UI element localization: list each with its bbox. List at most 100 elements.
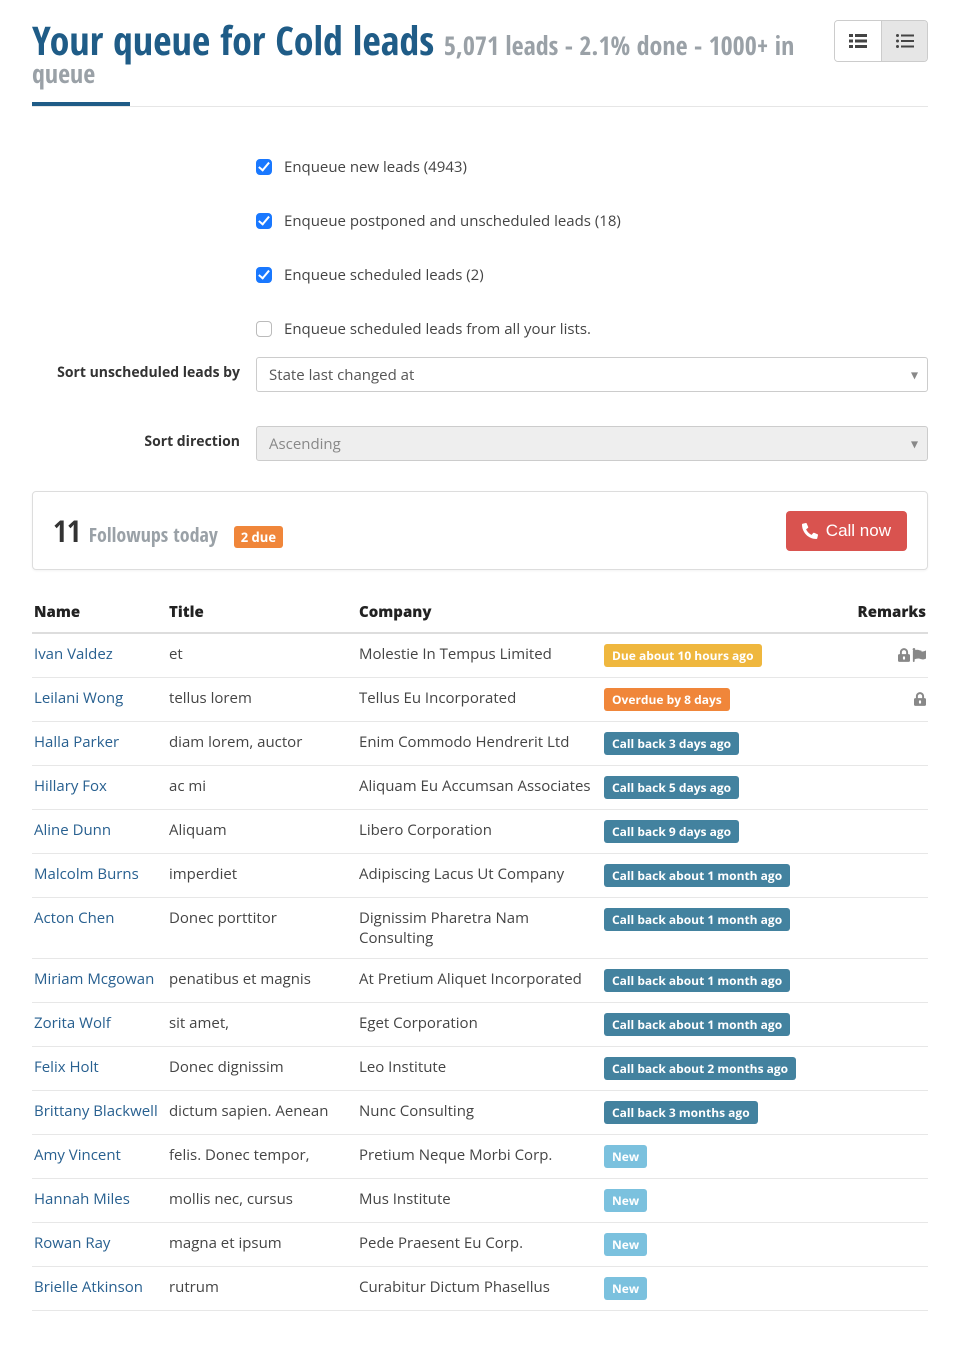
caret-down-icon: ▾ <box>911 434 918 453</box>
th-company: Company <box>357 592 602 633</box>
status-badge: Due about 10 hours ago <box>604 644 762 667</box>
lead-company: Leo Institute <box>357 1047 602 1091</box>
lead-name-link[interactable]: Brittany Blackwell <box>34 1101 158 1121</box>
lead-name-link[interactable]: Ivan Valdez <box>34 644 113 664</box>
enqueue-label-0: Enqueue new leads (4943) <box>284 157 467 177</box>
lead-company: Aliquam Eu Accumsan Associates <box>357 766 602 810</box>
enqueue-label-2: Enqueue scheduled leads (2) <box>284 265 484 285</box>
lead-company: Nunc Consulting <box>357 1091 602 1135</box>
lead-title: sit amet, <box>167 1003 357 1047</box>
lead-name-link[interactable]: Zorita Wolf <box>34 1013 111 1033</box>
enqueue-checkbox-0[interactable] <box>256 159 272 175</box>
lead-title: et <box>167 633 357 678</box>
lead-name-link[interactable]: Malcolm Burns <box>34 864 139 884</box>
table-row: Rowan Ray magna et ipsumPede Praesent Eu … <box>32 1223 928 1267</box>
lead-title: magna et ipsum <box>167 1223 357 1267</box>
lead-name-link[interactable]: Miriam Mcgowan <box>34 969 154 989</box>
status-badge: Call back about 1 month ago <box>604 969 790 992</box>
lead-title: imperdiet <box>167 854 357 898</box>
lead-name-link[interactable]: Halla Parker <box>34 732 119 752</box>
sort-by-label: Sort unscheduled leads by <box>32 357 256 389</box>
leads-table: Name Title Company Remarks Ivan Valdezet… <box>32 592 928 1311</box>
lead-title: Aliquam <box>167 810 357 854</box>
lead-name-link[interactable]: Aline Dunn <box>34 820 111 840</box>
lead-title: Donec porttitor <box>167 898 357 959</box>
status-badge: Overdue by 8 days <box>604 688 730 711</box>
lead-title: ac mi <box>167 766 357 810</box>
enqueue-label-3: Enqueue scheduled leads from all your li… <box>284 319 591 339</box>
lead-remarks <box>802 766 928 810</box>
lead-company: Adipiscing Lacus Ut Company <box>357 854 602 898</box>
lock-icon <box>898 648 910 662</box>
lead-title: diam lorem, auctor <box>167 722 357 766</box>
lead-company: Enim Commodo Hendrerit Ltd <box>357 722 602 766</box>
th-list-icon <box>849 34 867 48</box>
table-row: Brittany Blackwell dictum sapien. AeneanN… <box>32 1091 928 1135</box>
lock-icon <box>914 692 926 706</box>
lead-title: rutrum <box>167 1267 357 1311</box>
table-row: Brielle Atkinson rutrumCurabitur Dictum P… <box>32 1267 928 1311</box>
lead-company: Dignissim Pharetra Nam Consulting <box>357 898 602 959</box>
status-badge: Call back about 1 month ago <box>604 1013 790 1036</box>
lead-remarks <box>802 1047 928 1091</box>
sort-by-value: State last changed at <box>269 365 414 385</box>
lead-remarks <box>802 1135 928 1179</box>
lead-title: mollis nec, cursus <box>167 1179 357 1223</box>
status-badge: Call back 5 days ago <box>604 776 739 799</box>
due-badge: 2 due <box>234 526 283 548</box>
lead-name-link[interactable]: Hannah Miles <box>34 1189 130 1209</box>
status-badge: New <box>604 1277 647 1300</box>
table-row: Halla Parker diam lorem, auctorEnim Commo… <box>32 722 928 766</box>
followups-count: 11 <box>53 510 81 551</box>
enqueue-checkbox-3[interactable] <box>256 321 272 337</box>
lead-remarks <box>802 959 928 1003</box>
lead-name-link[interactable]: Amy Vincent <box>34 1145 121 1165</box>
followups-panel: 11 Followups today 2 due Call now <box>32 491 928 570</box>
table-row: Aline Dunn AliquamLibero CorporationCall … <box>32 810 928 854</box>
sort-direction-value: Ascending <box>269 434 341 454</box>
lead-title: dictum sapien. Aenean <box>167 1091 357 1135</box>
status-badge: Call back about 2 months ago <box>604 1057 796 1080</box>
status-badge: New <box>604 1233 647 1256</box>
title-divider <box>32 106 928 107</box>
th-name: Name <box>32 592 167 633</box>
lead-company: Curabitur Dictum Phasellus <box>357 1267 602 1311</box>
view-toggle <box>834 20 928 62</box>
lead-remarks <box>802 854 928 898</box>
table-row: Zorita Wolf sit amet,Eget CorporationCall… <box>32 1003 928 1047</box>
list-icon <box>896 34 914 48</box>
lead-remarks <box>802 633 928 678</box>
view-grid-button[interactable] <box>835 21 881 61</box>
lead-title: Donec dignissim <box>167 1047 357 1091</box>
lead-company: Libero Corporation <box>357 810 602 854</box>
lead-company: Pede Praesent Eu Corp. <box>357 1223 602 1267</box>
status-badge: Call back 3 months ago <box>604 1101 758 1124</box>
table-row: Leilani Wongtellus loremTellus Eu Incorp… <box>32 678 928 722</box>
sort-by-select[interactable]: State last changed at ▾ <box>256 357 928 392</box>
status-badge: Call back 9 days ago <box>604 820 739 843</box>
th-title: Title <box>167 592 357 633</box>
sort-direction-select[interactable]: Ascending ▾ <box>256 426 928 461</box>
lead-name-link[interactable]: Rowan Ray <box>34 1233 110 1253</box>
table-row: Malcolm Burns imperdietAdipiscing Lacus U… <box>32 854 928 898</box>
lead-remarks <box>802 898 928 959</box>
table-row: Ivan ValdezetMolestie In Tempus LimitedD… <box>32 633 928 678</box>
enqueue-checkbox-2[interactable] <box>256 267 272 283</box>
lead-name-link[interactable]: Hillary Fox <box>34 776 107 796</box>
table-row: Hannah Milesmollis nec, cursusMus Instit… <box>32 1179 928 1223</box>
lead-name-link[interactable]: Felix Holt <box>34 1057 99 1077</box>
lead-company: Tellus Eu Incorporated <box>357 678 602 722</box>
table-row: Miriam Mcgowanpenatibus et magnisAt Pret… <box>32 959 928 1003</box>
lead-name-link[interactable]: Leilani Wong <box>34 688 123 708</box>
view-list-button[interactable] <box>881 21 927 61</box>
enqueue-checkbox-1[interactable] <box>256 213 272 229</box>
lead-remarks <box>802 1003 928 1047</box>
table-row: Amy Vincentfelis. Donec tempor,Pretium N… <box>32 1135 928 1179</box>
lead-title: felis. Donec tempor, <box>167 1135 357 1179</box>
call-now-button[interactable]: Call now <box>786 511 907 551</box>
lead-company: Eget Corporation <box>357 1003 602 1047</box>
lead-name-link[interactable]: Acton Chen <box>34 908 114 928</box>
lead-name-link[interactable]: Brielle Atkinson <box>34 1277 143 1297</box>
lead-remarks <box>802 678 928 722</box>
lead-company: At Pretium Aliquet Incorporated <box>357 959 602 1003</box>
